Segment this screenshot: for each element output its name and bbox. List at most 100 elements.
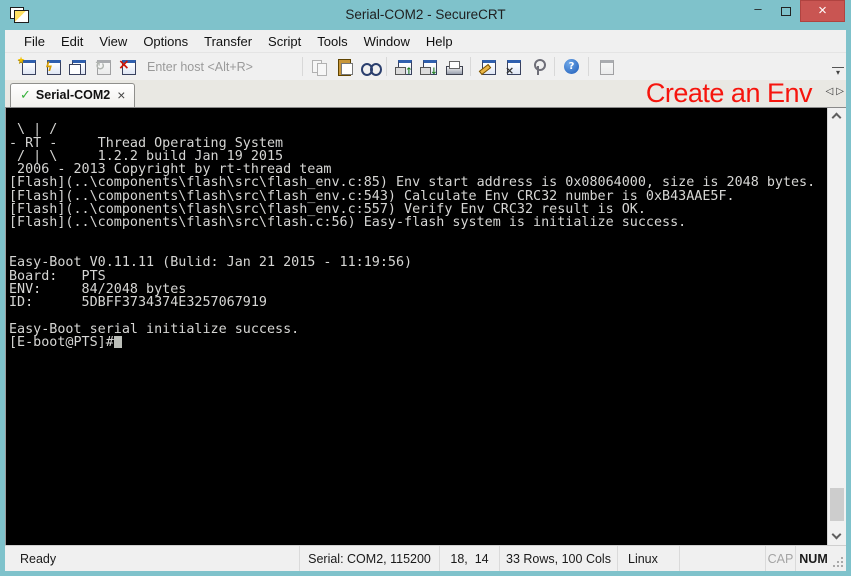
scroll-down-button[interactable]: [828, 528, 846, 545]
global-options-icon-glyph: ×: [505, 65, 514, 76]
send-file-icon[interactable]: ↑: [395, 59, 412, 75]
terminal-line: [Flash](..\components\flash\src\flash_en…: [9, 190, 827, 203]
tab-label: Serial-COM2: [36, 88, 110, 102]
toolbar-separator: [588, 57, 589, 76]
terminal-cursor: [114, 336, 122, 348]
status-bar: Ready Serial: COM2, 115200 18, 14 33 Row…: [5, 545, 846, 571]
menu-item-transfer[interactable]: Transfer: [196, 32, 260, 51]
menu-item-script[interactable]: Script: [260, 32, 309, 51]
copy-icon: [311, 59, 328, 75]
menu-item-view[interactable]: View: [91, 32, 135, 51]
print-icon[interactable]: [445, 59, 462, 75]
quick-connect-icon-glyph: ϟ: [45, 61, 53, 73]
vertical-scrollbar[interactable]: [827, 108, 846, 545]
file-transfer-icon: [597, 59, 614, 75]
terminal-line: \ | /: [9, 123, 827, 136]
terminal-line: Easy-Boot V0.11.11 (Bulid: Jan 21 2015 -…: [9, 256, 827, 269]
terminal-lines: \ | /- RT - Thread Operating System / | …: [9, 110, 827, 336]
terminal-line: [Flash](..\components\flash\src\flash.c:…: [9, 216, 827, 229]
status-caps-indicator: CAP: [765, 546, 795, 571]
securecrt-window: Serial-COM2 - SecureCRT – × FileEditView…: [0, 0, 851, 576]
tab-scroll-buttons: ◁ ▷: [826, 86, 844, 97]
maximize-icon: [781, 7, 791, 16]
reconnect-icon-glyph: ↻: [95, 60, 105, 72]
status-empty-section: [679, 546, 765, 571]
terminal-line: ENV: 84/2048 bytes: [9, 283, 827, 296]
terminal-line: [9, 230, 827, 243]
terminal-line: [9, 309, 827, 322]
resize-grip[interactable]: [831, 546, 846, 571]
connect-icon-glyph: ★: [17, 57, 25, 66]
session-options-icon[interactable]: [479, 59, 496, 75]
terminal-line: Board: PTS: [9, 270, 827, 283]
toolbar-connect-group: ★ ϟ ↻ ×: [15, 59, 140, 75]
terminal-line: [Flash](..\components\flash\src\flash_en…: [9, 176, 827, 189]
toolbar-separator: [554, 57, 555, 76]
terminal-line: [9, 110, 827, 123]
tab-serial-com2[interactable]: ✓ Serial-COM2 ×: [10, 83, 135, 107]
terminal-line: [Flash](..\components\flash\src\flash_en…: [9, 203, 827, 216]
terminal-line: ID: 5DBFF3734374E3257067919: [9, 296, 827, 309]
close-icon: ×: [818, 0, 827, 22]
chevron-up-icon: [832, 113, 842, 123]
title-bar[interactable]: Serial-COM2 - SecureCRT – ×: [0, 0, 851, 30]
minimize-icon: –: [754, 1, 761, 16]
session-area: \ | /- RT - Thread Operating System / | …: [5, 107, 846, 545]
menu-item-window[interactable]: Window: [356, 32, 418, 51]
window-controls: – ×: [744, 0, 845, 22]
menu-item-options[interactable]: Options: [135, 32, 196, 51]
terminal-line: Easy-Boot serial initialize success.: [9, 323, 827, 336]
tab-scroll-left-icon[interactable]: ◁: [826, 86, 834, 97]
connected-check-icon: ✓: [20, 88, 31, 103]
chevron-down-icon: [832, 530, 842, 540]
maximize-button[interactable]: [772, 0, 800, 22]
status-num-indicator: NUM: [795, 546, 831, 571]
terminal-prompt-line: [E-boot@PTS]#: [9, 336, 827, 349]
status-ready: Ready: [5, 546, 299, 571]
help-icon[interactable]: ?: [563, 59, 580, 75]
menu-item-edit[interactable]: Edit: [53, 32, 91, 51]
close-button[interactable]: ×: [800, 0, 845, 22]
toolbar-separator: [470, 57, 471, 76]
terminal-line: [9, 243, 827, 256]
menu-bar: FileEditViewOptionsTransferScriptToolsWi…: [5, 30, 846, 52]
disconnect-icon-glyph: ×: [118, 58, 130, 72]
status-cursor-position: 18, 14: [439, 546, 499, 571]
menu-item-tools[interactable]: Tools: [309, 32, 355, 51]
quick-connect-icon[interactable]: ϟ: [44, 59, 61, 75]
tab-scroll-right-icon[interactable]: ▷: [836, 86, 844, 97]
status-emulation: Linux: [617, 546, 679, 571]
annotation-create-an-env: Create an Env: [646, 80, 812, 107]
scrollbar-thumb[interactable]: [830, 488, 844, 521]
terminal[interactable]: \ | /- RT - Thread Operating System / | …: [5, 108, 827, 545]
connect-in-tab-icon[interactable]: [69, 59, 86, 75]
help-icon-glyph: ?: [564, 62, 579, 72]
paste-icon[interactable]: [336, 59, 353, 75]
receive-file-icon-glyph: ↓: [430, 68, 438, 77]
status-serial-info: Serial: COM2, 115200: [299, 546, 439, 571]
terminal-line: - RT - Thread Operating System: [9, 137, 827, 150]
receive-file-icon[interactable]: ↓: [420, 59, 437, 75]
status-terminal-size: 33 Rows, 100 Cols: [499, 546, 617, 571]
toolbar: ★ ϟ ↻ × ↑ ↓ ×? ▾: [5, 52, 846, 80]
scroll-up-button[interactable]: [828, 108, 846, 125]
menu-item-help[interactable]: Help: [418, 32, 461, 51]
terminal-line: 2006 - 2013 Copyright by rt-thread team: [9, 163, 827, 176]
tab-close-icon[interactable]: ×: [117, 89, 125, 101]
window-title: Serial-COM2 - SecureCRT: [0, 0, 851, 30]
terminal-line: / | \ 1.2.2 build Jan 19 2015: [9, 150, 827, 163]
minimize-button[interactable]: –: [744, 0, 772, 22]
toolbar-separator: [386, 57, 387, 76]
disconnect-icon[interactable]: ×: [119, 59, 136, 75]
connect-icon[interactable]: ★: [19, 59, 36, 75]
toolbar-overflow-button[interactable]: ▾: [832, 67, 844, 77]
toolbar-right-groups: ↑ ↓ ×?: [298, 57, 618, 76]
send-file-icon-glyph: ↑: [405, 68, 413, 77]
toolbar-separator: [302, 57, 303, 76]
host-input[interactable]: [147, 60, 293, 74]
key-icon[interactable]: [529, 59, 546, 75]
menu-item-file[interactable]: File: [16, 32, 53, 51]
global-options-icon[interactable]: ×: [504, 59, 521, 75]
tab-bar: ✓ Serial-COM2 × Create an Env ◁ ▷: [5, 80, 846, 107]
find-icon[interactable]: [361, 59, 378, 75]
